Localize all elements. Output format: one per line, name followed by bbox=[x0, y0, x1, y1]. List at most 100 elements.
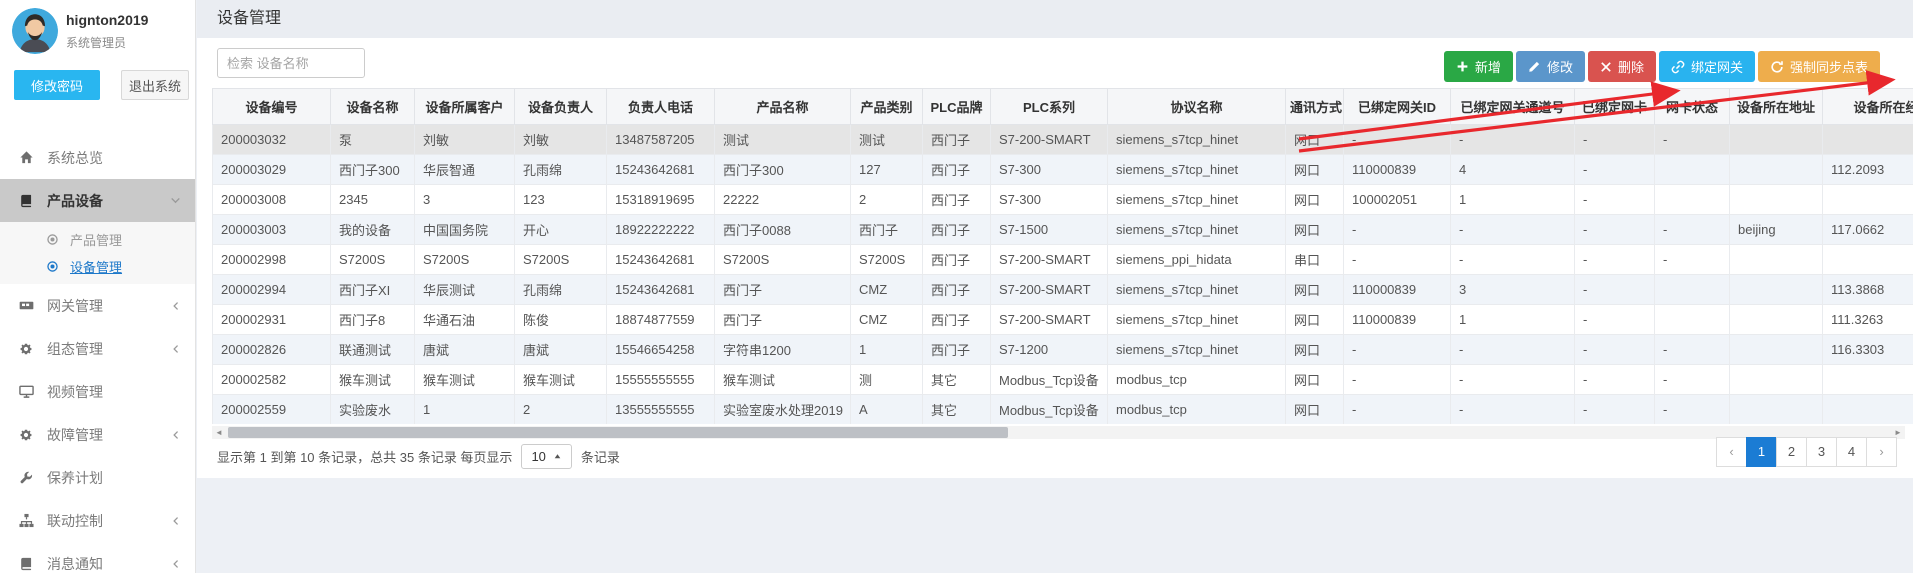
table-row[interactable]: 200002998S7200SS7200SS7200S15243642681S7… bbox=[213, 245, 1913, 275]
table-row[interactable]: 200003032泵刘敏刘敏13487587205测试测试西门子S7-200-S… bbox=[213, 125, 1913, 155]
column-header-4[interactable]: 负责人电话 bbox=[607, 89, 715, 125]
edit-button[interactable]: 修改 bbox=[1516, 51, 1585, 82]
sidebar-item-label: 网关管理 bbox=[47, 296, 103, 316]
sidebar-item-linkage-control[interactable]: 联动控制 bbox=[0, 499, 195, 542]
column-header-7[interactable]: PLC品牌 bbox=[923, 89, 991, 125]
table-cell: S7200S bbox=[331, 245, 415, 275]
table-cell: 15546654258 bbox=[607, 335, 715, 365]
table-cell: CMZ bbox=[851, 305, 923, 335]
table-cell: 网口 bbox=[1286, 335, 1344, 365]
table-cell: 100002051 bbox=[1344, 185, 1451, 215]
table-cell: 西门子 bbox=[851, 215, 923, 245]
sidebar-item-system-overview[interactable]: 系统总览 bbox=[0, 136, 195, 179]
column-header-1[interactable]: 设备名称 bbox=[331, 89, 415, 125]
table-cell: - bbox=[1575, 335, 1655, 365]
table-cell: 123 bbox=[515, 185, 607, 215]
next-page-button[interactable]: › bbox=[1866, 437, 1897, 467]
table-cell: - bbox=[1575, 185, 1655, 215]
table-row[interactable]: 200002582猴车测试猴车测试猴车测试15555555555猴车测试测其它M… bbox=[213, 365, 1913, 395]
table-cell: 200002994 bbox=[213, 275, 331, 305]
column-header-3[interactable]: 设备负责人 bbox=[515, 89, 607, 125]
column-header-5[interactable]: 产品名称 bbox=[715, 89, 851, 125]
table-cell: 4 bbox=[1451, 155, 1575, 185]
table-cell: 中国国务院 bbox=[415, 215, 515, 245]
table-cell: - bbox=[1451, 215, 1575, 245]
table-cell: Modbus_Tcp设备 bbox=[991, 395, 1108, 425]
table-cell: - bbox=[1451, 335, 1575, 365]
table-cell: 1 bbox=[1451, 185, 1575, 215]
force-sync-button[interactable]: 强制同步点表 bbox=[1758, 51, 1880, 82]
page-button-4[interactable]: 4 bbox=[1836, 437, 1867, 467]
sidebar-item-fault-management[interactable]: 故障管理 bbox=[0, 413, 195, 456]
table-cell: S7200S bbox=[415, 245, 515, 275]
page-size-select[interactable]: 10 bbox=[521, 444, 571, 469]
column-header-15[interactable]: 设备所在地址 bbox=[1730, 89, 1823, 125]
avatar bbox=[12, 8, 58, 54]
table-cell bbox=[1823, 185, 1913, 215]
sidebar-item-message-notification[interactable]: 消息通知 bbox=[0, 542, 195, 573]
sidebar-subitem-label: 设备管理 bbox=[70, 257, 122, 276]
table-cell: 网口 bbox=[1286, 275, 1344, 305]
column-header-11[interactable]: 已绑定网关ID bbox=[1344, 89, 1451, 125]
sidebar-subitem-product-management[interactable]: 产品管理 bbox=[0, 226, 195, 253]
table-cell: 猴车测试 bbox=[515, 365, 607, 395]
page-button-2[interactable]: 2 bbox=[1776, 437, 1807, 467]
bind-gateway-button[interactable]: 绑定网关 bbox=[1659, 51, 1755, 82]
table-cell: 200002998 bbox=[213, 245, 331, 275]
table-cell: - bbox=[1575, 215, 1655, 245]
add-button[interactable]: 新增 bbox=[1444, 51, 1513, 82]
table-cell: 猴车测试 bbox=[415, 365, 515, 395]
table-cell: S7200S bbox=[715, 245, 851, 275]
table-cell: 华辰测试 bbox=[415, 275, 515, 305]
search-input[interactable] bbox=[217, 48, 365, 78]
column-header-14[interactable]: 网卡状态 bbox=[1655, 89, 1730, 125]
table-cell: - bbox=[1655, 125, 1730, 155]
button-label: 新增 bbox=[1475, 57, 1501, 76]
column-header-2[interactable]: 设备所属客户 bbox=[415, 89, 515, 125]
table-cell: siemens_s7tcp_hinet bbox=[1108, 125, 1286, 155]
change-password-button[interactable]: 修改密码 bbox=[14, 70, 100, 100]
prev-page-button[interactable]: ‹ bbox=[1716, 437, 1747, 467]
table-row[interactable]: 2000030082345312315318919695222222西门子S7-… bbox=[213, 185, 1913, 215]
column-header-13[interactable]: 已绑定网卡 bbox=[1575, 89, 1655, 125]
table-cell: 200003029 bbox=[213, 155, 331, 185]
cogs-icon bbox=[16, 342, 36, 356]
table-row[interactable]: 200003029西门子300华辰智通孔雨绵15243642681西门子3001… bbox=[213, 155, 1913, 185]
sidebar-item-label: 故障管理 bbox=[47, 425, 103, 445]
table-cell: 1 bbox=[851, 335, 923, 365]
page-button-3[interactable]: 3 bbox=[1806, 437, 1837, 467]
table-row[interactable]: 200003003我的设备中国国务院开心18922222222西门子0088西门… bbox=[213, 215, 1913, 245]
table-cell: 116.3303 bbox=[1823, 335, 1913, 365]
column-header-16[interactable]: 设备所在经度 bbox=[1823, 89, 1913, 125]
table-cell: - bbox=[1344, 125, 1451, 155]
table-row[interactable]: 200002931西门子8华通石油陈俊18874877559西门子CMZ西门子S… bbox=[213, 305, 1913, 335]
sidebar-item-maintenance-plan[interactable]: 保养计划 bbox=[0, 456, 195, 499]
table-cell: S7-200-SMART bbox=[991, 275, 1108, 305]
column-header-8[interactable]: PLC系列 bbox=[991, 89, 1108, 125]
sidebar-item-configuration-management[interactable]: 组态管理 bbox=[0, 327, 195, 370]
column-header-10[interactable]: 通讯方式 bbox=[1286, 89, 1344, 125]
table-cell: 刘敏 bbox=[415, 125, 515, 155]
table-cell: S7200S bbox=[515, 245, 607, 275]
page-button-1[interactable]: 1 bbox=[1746, 437, 1777, 467]
dot-circle-icon bbox=[46, 233, 62, 246]
sidebar-item-gateway-management[interactable]: 网关管理 bbox=[0, 284, 195, 327]
table-row[interactable]: 200002994西门子XI华辰测试孔雨绵15243642681西门子CMZ西门… bbox=[213, 275, 1913, 305]
table-row[interactable]: 200002826联通测试唐斌唐斌15546654258字符串12001西门子S… bbox=[213, 335, 1913, 365]
column-header-12[interactable]: 已绑定网关通道号 bbox=[1451, 89, 1575, 125]
table-cell: - bbox=[1344, 245, 1451, 275]
column-header-6[interactable]: 产品类别 bbox=[851, 89, 923, 125]
sidebar-item-video-management[interactable]: 视频管理 bbox=[0, 370, 195, 413]
logout-button[interactable]: 退出系统 bbox=[121, 70, 189, 100]
column-header-9[interactable]: 协议名称 bbox=[1108, 89, 1286, 125]
sidebar-subitem-device-management[interactable]: 设备管理 bbox=[0, 253, 195, 280]
submenu-product-device: 产品管理设备管理 bbox=[0, 222, 195, 284]
table-cell: 其它 bbox=[923, 365, 991, 395]
delete-button[interactable]: 删除 bbox=[1588, 51, 1656, 82]
table-cell: 3 bbox=[1451, 275, 1575, 305]
sidebar-item-product-device[interactable]: 产品设备 bbox=[0, 179, 195, 222]
table-row[interactable]: 200002559实验废水1213555555555实验室废水处理2019A其它… bbox=[213, 395, 1913, 425]
table-cell: 200003003 bbox=[213, 215, 331, 245]
column-header-0[interactable]: 设备编号 bbox=[213, 89, 331, 125]
table-cell: - bbox=[1655, 335, 1730, 365]
